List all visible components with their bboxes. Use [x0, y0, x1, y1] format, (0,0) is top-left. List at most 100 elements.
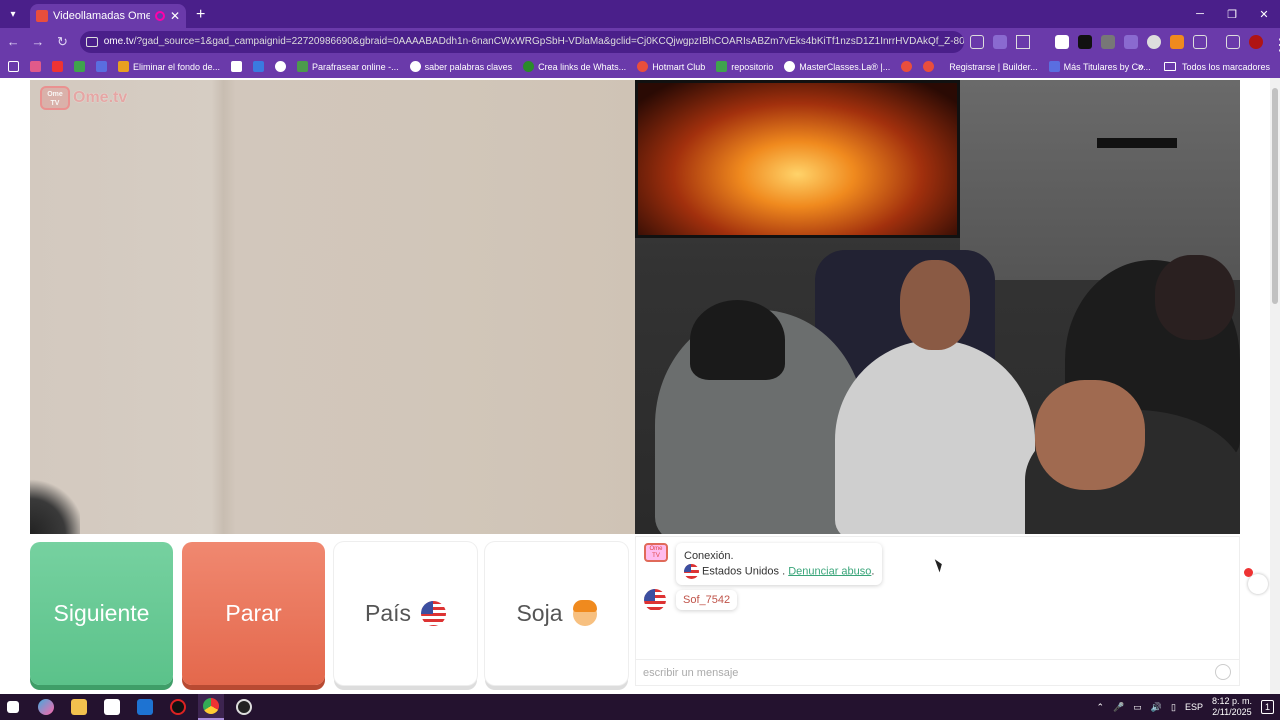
bookmark-item-4-label: Hotmart Club — [652, 61, 706, 72]
bookmark-item-2[interactable]: saber palabras claves — [409, 61, 512, 72]
bookmark-item-2-icon — [409, 61, 421, 72]
folder-icon — [1163, 62, 1176, 71]
bookmark-item-4[interactable]: Hotmart Club — [637, 61, 705, 72]
notification-dot — [1244, 568, 1253, 577]
notification-count: 1 — [1264, 702, 1270, 712]
network-icon[interactable]: ▭ — [1133, 702, 1142, 713]
gender-button[interactable]: Soja — [485, 542, 628, 685]
bookmark-item-7-label: Registrarse | Builder... — [949, 61, 1038, 72]
volume-icon[interactable]: 🔊 — [1151, 702, 1162, 713]
bookmark-item-4-icon — [637, 61, 649, 72]
forward-icon[interactable]: → — [27, 34, 50, 49]
reload-icon[interactable]: ↻ — [51, 34, 74, 50]
tab-search-icon[interactable]: ▾ — [0, 0, 26, 28]
clock-date: 2/11/2025 — [1212, 707, 1252, 717]
new-tab-button[interactable]: + — [196, 4, 205, 28]
store-icon[interactable] — [99, 694, 125, 720]
notifications-icon[interactable]: 1 — [1260, 700, 1274, 714]
bookmarks-overflow-icon[interactable]: » — [1138, 61, 1144, 73]
bookmark-youtube-icon[interactable] — [52, 61, 63, 72]
menu-kebab-icon[interactable]: ⋮ — [1272, 35, 1280, 54]
apps-grid-icon[interactable] — [8, 61, 19, 72]
side-widget-icon[interactable] — [1244, 568, 1268, 594]
extension-orange-icon[interactable] — [1170, 34, 1184, 49]
bookmark-item-5[interactable]: repositorio — [716, 61, 773, 72]
bookmark-icon-8[interactable] — [901, 61, 913, 72]
bookmark-icon-1[interactable] — [30, 61, 41, 72]
extension-ai-icon[interactable] — [1124, 34, 1138, 49]
extension-camera-icon[interactable] — [1055, 34, 1069, 49]
message-input[interactable]: escribir un mensaje — [636, 659, 1239, 685]
extensions-icon[interactable] — [1193, 34, 1207, 49]
bookmark-icon-7[interactable] — [275, 61, 287, 72]
all-bookmarks-link[interactable]: Todos los marcadores — [1182, 62, 1270, 72]
country-button[interactable]: País — [334, 542, 477, 685]
bookmark-item-0-label: Eliminar el fondo de... — [133, 61, 221, 72]
stop-button[interactable]: Parar — [182, 542, 325, 685]
browser-tab[interactable]: Videollamadas OmeTV — A ✕ — [30, 4, 186, 28]
remote-person-3-head — [1035, 380, 1145, 490]
bookmark-item-8[interactable]: Más Titulares by Co... — [1048, 61, 1151, 72]
restore-icon[interactable]: ❐ — [1216, 0, 1248, 28]
partner-us-flag-icon — [644, 589, 666, 611]
bookmark-icon-6[interactable] — [253, 61, 265, 72]
bookmark-item-3[interactable]: Crea links de Whats... — [523, 61, 626, 72]
remote-person-2 — [835, 340, 1035, 534]
connection-line: Estados Unidos . Denunciar abuso. — [684, 564, 874, 579]
remote-fireplace-screen — [635, 80, 960, 238]
remote-person-1-head — [690, 300, 785, 380]
chrome-icon[interactable] — [198, 694, 224, 720]
outlook-icon[interactable] — [132, 694, 158, 720]
tray-chevron-icon[interactable]: ⌃ — [1096, 702, 1104, 713]
recorder-icon[interactable] — [231, 694, 257, 720]
partner-username: Sof_7542 — [676, 590, 738, 610]
battery-icon[interactable]: ▯ — [1171, 702, 1176, 713]
bookmark-icon-9[interactable] — [923, 61, 935, 72]
extension-off-icon[interactable] — [1078, 34, 1092, 49]
connection-title: Conexión. — [684, 550, 734, 562]
emoji-picker-icon[interactable] — [1215, 664, 1231, 680]
bookmark-item-3-icon — [523, 61, 535, 72]
close-tab-icon[interactable]: ✕ — [170, 9, 180, 23]
translate-icon[interactable] — [993, 34, 1007, 49]
extension-circle-icon[interactable] — [1147, 34, 1161, 49]
ometv-chat-logo-icon: Ome TV — [644, 543, 668, 562]
minimize-icon[interactable]: ─ — [1184, 0, 1216, 28]
site-info-icon[interactable] — [85, 36, 98, 47]
start-icon[interactable] — [0, 694, 26, 720]
report-abuse-link[interactable]: Denunciar abuso — [788, 565, 871, 577]
page-scrollbar[interactable] — [1270, 78, 1280, 694]
file-explorer-icon[interactable] — [66, 694, 92, 720]
bookmark-item-0[interactable]: Eliminar el fondo de... — [118, 61, 220, 72]
bookmark-star-icon[interactable] — [1016, 34, 1030, 49]
boy-emoji-icon — [572, 599, 597, 626]
bookmark-icon-4[interactable] — [96, 61, 107, 72]
bookmark-item-5-icon — [716, 61, 728, 72]
bookmark-item-7[interactable]: Registrarse | Builder... — [945, 61, 1037, 72]
close-window-icon[interactable]: ✕ — [1248, 0, 1280, 28]
profile-avatar[interactable] — [1249, 34, 1263, 49]
red-app-icon[interactable] — [165, 694, 191, 720]
install-app-icon[interactable] — [970, 34, 984, 49]
bookmark-item-6[interactable]: MasterClasses.La® |... — [784, 61, 890, 72]
next-button[interactable]: Siguiente — [30, 542, 173, 685]
windows-taskbar: ⌃ 🎤 ▭ 🔊 ▯ ESP 8:12 p. m. 2/11/2025 1 — [0, 694, 1280, 720]
bookmark-item-6-label: MasterClasses.La® |... — [799, 61, 891, 72]
ometv-logo[interactable]: Ome TV Ome.tv — [40, 86, 127, 110]
address-bar[interactable]: ome.tv/?gad_source=1&gad_campaignid=2272… — [79, 30, 964, 53]
bookmark-icon-5[interactable] — [231, 61, 243, 72]
stop-button-label: Parar — [225, 600, 282, 626]
ometv-logo-mark: Ome TV — [40, 86, 70, 110]
extension-puzzle-icon[interactable] — [1101, 34, 1115, 49]
scrollbar-thumb[interactable] — [1272, 88, 1278, 304]
media-controls-icon[interactable] — [1226, 34, 1240, 49]
microphone-icon[interactable]: 🎤 — [1113, 702, 1124, 713]
remote-shelf — [1097, 138, 1177, 148]
back-icon[interactable]: ← — [2, 34, 25, 49]
url-path: /?gad_source=1&gad_campaignid=2272098669… — [133, 36, 964, 47]
language-indicator[interactable]: ESP — [1185, 702, 1203, 712]
bookmark-icon-3[interactable] — [74, 61, 85, 72]
copilot-icon[interactable] — [33, 694, 59, 720]
clock[interactable]: 8:12 p. m. 2/11/2025 — [1212, 696, 1252, 718]
bookmark-item-1[interactable]: Parafrasear online -... — [297, 61, 399, 72]
